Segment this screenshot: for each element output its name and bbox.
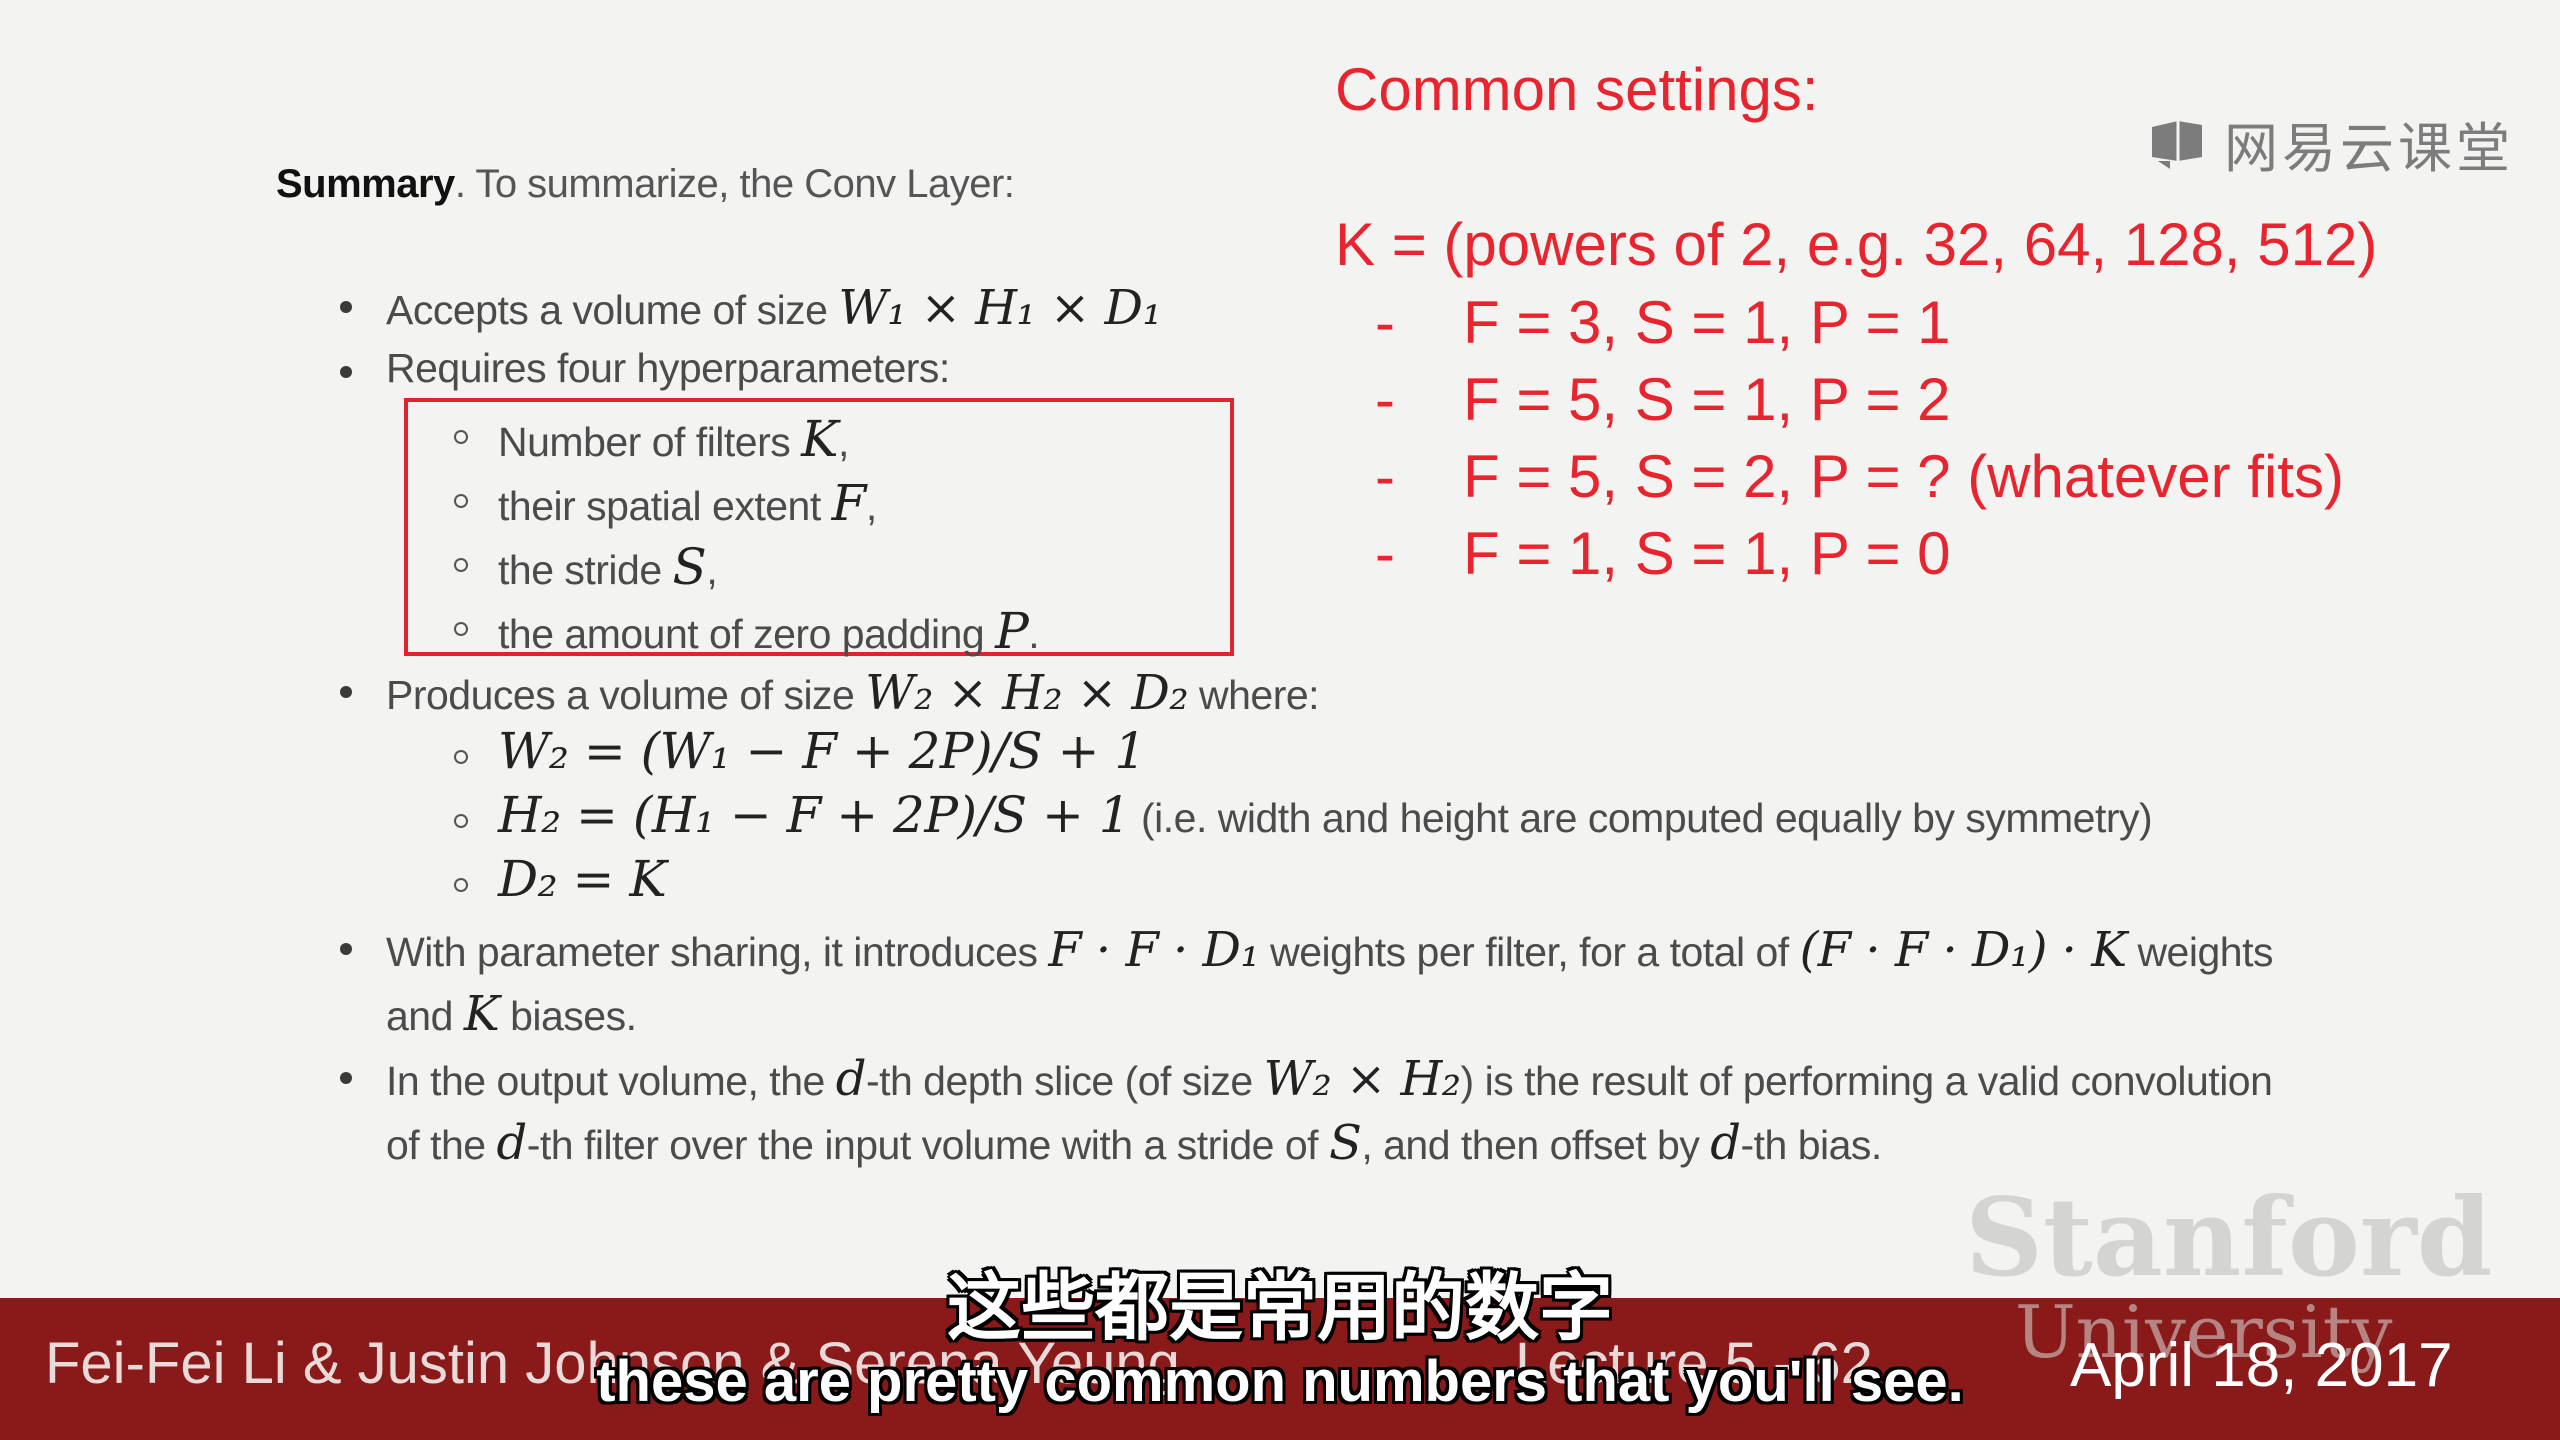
math-d: d xyxy=(496,1115,527,1171)
bullet-text: where: xyxy=(1188,672,1320,718)
math-k: K xyxy=(801,410,839,468)
bullet-requires-hyperparameters: Requires four hyperparameters: xyxy=(340,345,950,392)
dash-marker: - xyxy=(1375,366,1395,433)
equation-w2: W₂ = (W₁ − F + 2P)/S + 1 xyxy=(454,722,1146,780)
math-s: S xyxy=(672,538,707,596)
math-total-weights: (F · F · D₁) · K xyxy=(1799,922,2127,978)
hyperparam-filters: Number of filters K, xyxy=(454,410,849,468)
hyperparam-label: the amount of zero padding xyxy=(498,611,996,657)
common-setting-row-1: F = 3, S = 1, P = 1 xyxy=(1463,289,1951,356)
dash-marker: - xyxy=(1375,289,1395,356)
bullet-text: -th depth slice (of size xyxy=(865,1058,1264,1104)
hyperparam-label: the stride xyxy=(498,547,673,593)
math-k: K xyxy=(463,986,500,1042)
subtitle-chinese: 这些都是常用的数字 xyxy=(947,1266,1613,1349)
bullet-parameter-sharing: With parameter sharing, it introduces F … xyxy=(340,922,2273,978)
bullet-text: With parameter sharing, it introduces xyxy=(386,929,1049,975)
common-setting-row-4: F = 1, S = 1, P = 0 xyxy=(1463,520,1951,587)
bullet-text: -th filter over the input volume with a … xyxy=(526,1122,1329,1168)
video-frame: Summary. To summarize, the Conv Layer: A… xyxy=(0,0,2560,1440)
hyperparam-spatial-extent: their spatial extent F, xyxy=(454,474,877,532)
math-s: S xyxy=(1328,1115,1362,1171)
bullet-text: -th bias. xyxy=(1740,1122,1882,1168)
bullet-text: Accepts a volume of size xyxy=(386,287,839,333)
hyperparam-label: Number of filters xyxy=(498,419,802,465)
equation-note: (i.e. width and height are computed equa… xyxy=(1130,795,2153,841)
book-icon xyxy=(2152,120,2202,169)
math-d2-formula: D₂ = K xyxy=(498,850,667,908)
hyperparam-stride: the stride S, xyxy=(453,538,718,596)
equation-h2: H₂ = (H₁ − F + 2P)/S + 1 (i.e. width and… xyxy=(453,786,2153,844)
math-d: d xyxy=(835,1051,867,1107)
punct: . xyxy=(1028,611,1040,657)
summary-bold: Summary xyxy=(276,162,455,206)
math-weights-per-filter: F · F · D₁ xyxy=(1048,922,1260,978)
math-p: P xyxy=(995,602,1029,660)
summary-heading: Summary. To summarize, the Conv Layer: xyxy=(276,162,1015,207)
watermark-text: 网易云课堂 xyxy=(2224,119,2514,179)
math-slice-size: W₂ × H₂ xyxy=(1263,1051,1461,1107)
hyperparam-label: their spatial extent xyxy=(498,483,832,529)
bullet-text: biases. xyxy=(499,993,637,1039)
dash-marker: - xyxy=(1375,520,1395,587)
bullet-text: weights xyxy=(2126,929,2273,975)
bullet-produces-volume: Produces a volume of size W₂ × H₂ × D₂ w… xyxy=(339,665,1320,721)
common-settings-k: K = (powers of 2, e.g. 32, 64, 128, 512) xyxy=(1335,211,2378,278)
bullet-output-volume: In the output volume, the d-th depth sli… xyxy=(339,1051,2273,1107)
math-f: F xyxy=(831,474,867,532)
netease-watermark: 网易云课堂 xyxy=(2148,104,2514,183)
common-setting-row-3: F = 5, S = 2, P = ? (whatever fits) xyxy=(1463,443,2344,510)
bullet-text: , and then offset by xyxy=(1361,1122,1711,1168)
bullet-text: In the output volume, the xyxy=(386,1058,836,1104)
bullet-text: Requires four hyperparameters: xyxy=(386,345,950,391)
punct: , xyxy=(838,419,849,465)
bullet-output-volume-cont: of the d-th filter over the input volume… xyxy=(386,1115,1882,1171)
bullet-parameter-sharing-cont: and K biases. xyxy=(386,986,637,1042)
math-d: d xyxy=(1710,1115,1741,1171)
equation-d2: D₂ = K xyxy=(453,850,667,908)
math-h2-formula: H₂ = (H₁ − F + 2P)/S + 1 xyxy=(498,786,1131,844)
bullet-text: of the xyxy=(386,1122,497,1168)
math-output-size: W₂ × H₂ × D₂ xyxy=(865,665,1189,721)
punct: , xyxy=(865,483,877,529)
bullet-text: Produces a volume of size xyxy=(386,672,866,718)
math-w2-formula: W₂ = (W₁ − F + 2P)/S + 1 xyxy=(498,722,1146,780)
common-setting-row-2: F = 5, S = 1, P = 2 xyxy=(1463,366,1951,433)
bullet-accepts-volume: Accepts a volume of size W₁ × H₁ × D₁ xyxy=(339,280,1162,336)
hyperparam-zero-padding: the amount of zero padding P. xyxy=(453,602,1040,660)
common-settings-title: Common settings: xyxy=(1335,56,1819,123)
bullet-text: weights per filter, for a total of xyxy=(1259,929,1800,975)
bullet-text: ) is the result of performing a valid co… xyxy=(1460,1058,2273,1104)
subtitle-english: these are pretty common numbers that you… xyxy=(596,1349,1964,1414)
summary-rest: . To summarize, the Conv Layer: xyxy=(454,162,1015,206)
punct: , xyxy=(706,547,718,593)
dash-marker: - xyxy=(1375,443,1395,510)
math-input-size: W₁ × H₁ × D₁ xyxy=(838,280,1162,336)
bullet-text: and xyxy=(386,993,464,1039)
